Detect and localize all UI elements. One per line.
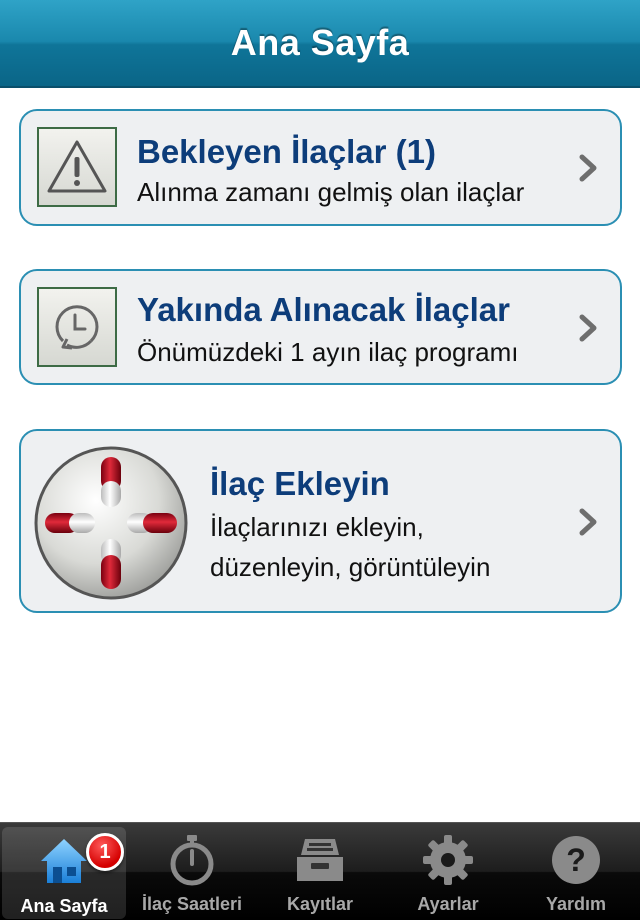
gear-icon	[423, 835, 473, 885]
card-title: Bekleyen İlaçlar (1)	[137, 133, 436, 170]
card-title: Yakında Alınacak İlaçlar	[137, 291, 510, 328]
tab-label: Ana Sayfa	[20, 896, 108, 916]
inbox-tray-icon	[297, 839, 343, 881]
tab-bar: 1 Ana Sayfa İlaç Saatleri Kayıtlar Ayarl…	[0, 822, 640, 920]
card-subtitle: Alınma zamanı gelmiş olan ilaçlar	[137, 177, 525, 207]
tab-label: Yardım	[545, 894, 607, 914]
chevron-right-icon	[579, 508, 597, 536]
chevron-right-icon	[579, 154, 597, 182]
card-subtitle-line-2: düzenleyin, görüntüleyin	[210, 552, 491, 582]
tab-records[interactable]: Kayıtlar	[256, 823, 384, 920]
tab-home[interactable]: 1 Ana Sayfa	[2, 827, 126, 919]
card-subtitle: Önümüzdeki 1 ayın ilaç programı	[137, 337, 519, 367]
card-subtitle-line-1: İlaçlarınızı ekleyin,	[210, 512, 424, 542]
tab-label: Ayarlar	[417, 894, 479, 914]
tab-settings[interactable]: Ayarlar	[384, 823, 512, 920]
card-title: İlaç Ekleyin	[210, 465, 390, 502]
tab-label: İlaç Saatleri	[141, 894, 243, 914]
add-medication-card[interactable]: İlaç Ekleyin İlaçlarınızı ekleyin, düzen…	[19, 429, 622, 613]
chevron-right-icon	[579, 314, 597, 342]
tab-help[interactable]: ? Yardım	[512, 823, 640, 920]
home-icon	[41, 839, 87, 883]
clock-refresh-icon	[37, 287, 117, 367]
upcoming-medications-card[interactable]: Yakında Alınacak İlaçlar Önümüzdeki 1 ay…	[19, 269, 622, 385]
pill-cross-icon	[34, 446, 188, 600]
help-icon: ?	[552, 836, 600, 884]
pending-medications-card[interactable]: Bekleyen İlaçlar (1) Alınma zamanı gelmi…	[19, 109, 622, 226]
notification-badge: 1	[86, 833, 124, 871]
navigation-bar: Ana Sayfa	[0, 0, 640, 88]
tab-medication-times[interactable]: İlaç Saatleri	[128, 823, 256, 920]
warning-icon	[37, 127, 117, 207]
page-title: Ana Sayfa	[230, 22, 410, 63]
tab-label: Kayıtlar	[286, 894, 354, 914]
svg-text:?: ?	[566, 842, 586, 878]
stopwatch-icon	[170, 835, 214, 886]
